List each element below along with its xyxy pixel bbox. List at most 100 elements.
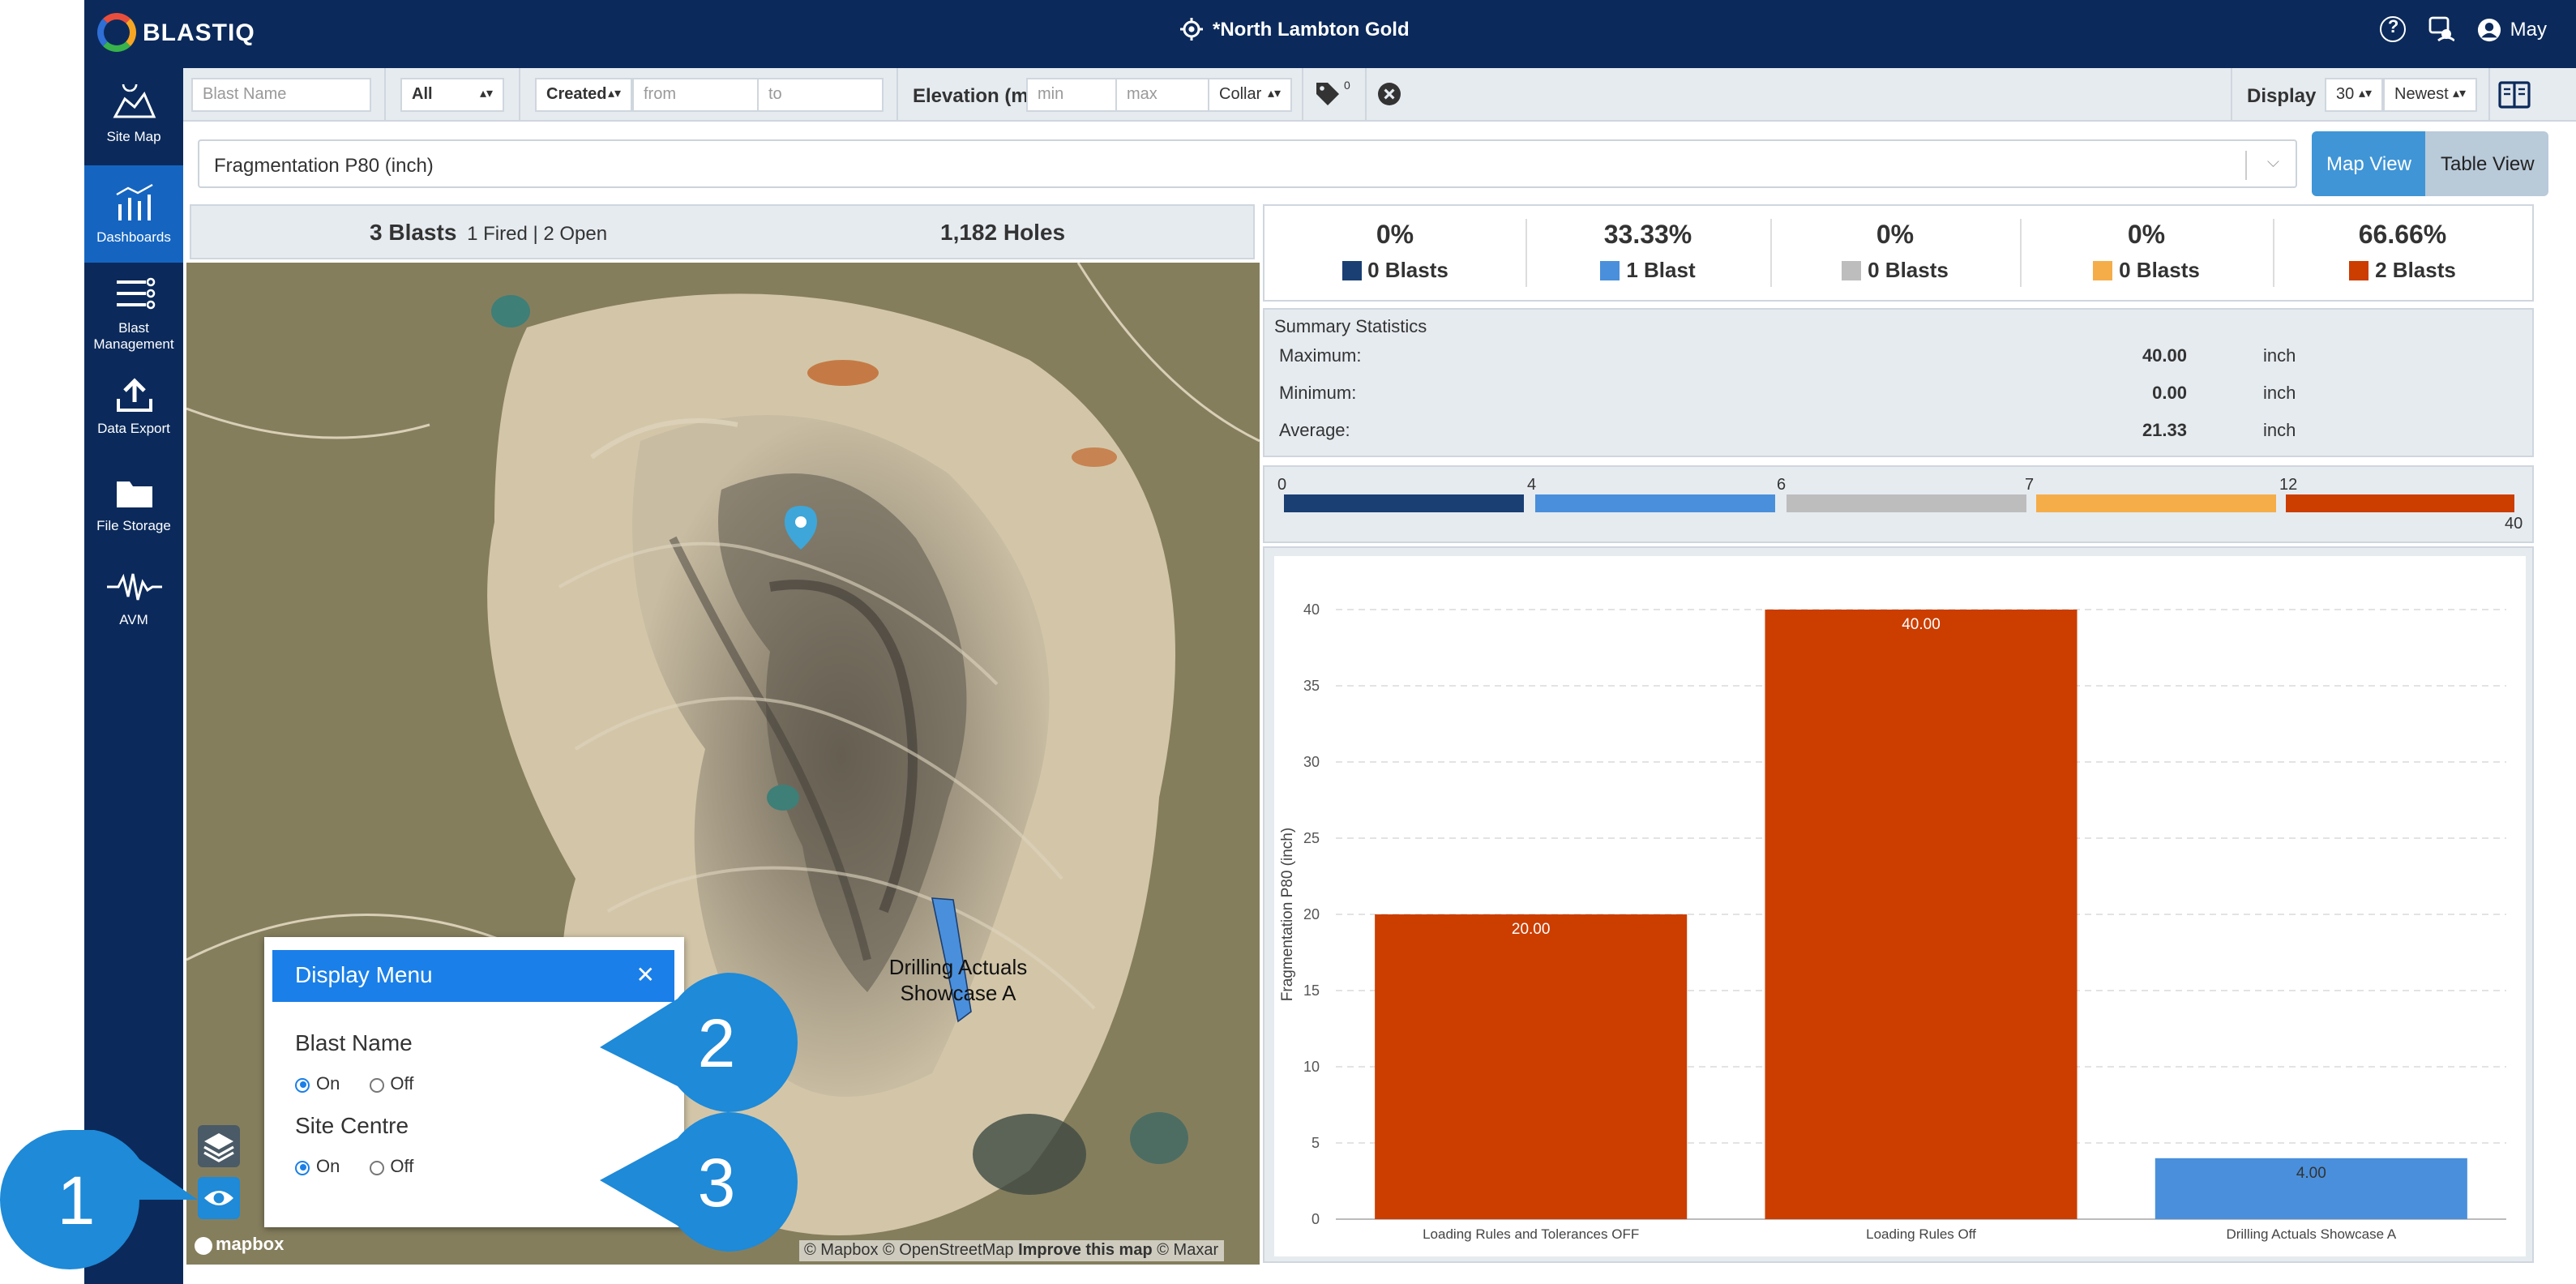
table-view-button[interactable]: Table View — [2425, 131, 2549, 196]
help-icon[interactable]: ? — [2380, 16, 2407, 42]
sort-arrows-icon: ▴▾ — [607, 86, 621, 101]
measure-select-value: Fragmentation P80 (inch) — [214, 154, 434, 177]
elevation-max-input[interactable]: max — [1115, 78, 1209, 112]
crosshair-icon — [1180, 18, 1203, 41]
divider — [2245, 151, 2247, 180]
bar-chart: 0 5 10 15 20 25 30 35 40 Fragmentation P80 (inch)… — [1279, 601, 2506, 1242]
y-axis-label: Fragmentation P80 (inch) — [1279, 828, 1296, 1001]
range-tick-label: 0 — [1277, 477, 1287, 494]
radio-label-on: On — [316, 1158, 340, 1177]
range-tick-label: 7 — [2025, 477, 2035, 494]
blast-name-input[interactable]: Blast Name — [191, 78, 371, 112]
chart-bar[interactable] — [1375, 914, 1688, 1219]
stat-label: Average: — [1279, 422, 1350, 441]
legend-count: 2 Blasts — [2375, 258, 2456, 282]
range-tick-label: 12 — [2279, 477, 2298, 494]
sort-select[interactable]: Newest ▴▾ — [2383, 78, 2477, 112]
range-bar: 0 4 6 7 12 40 — [1263, 465, 2534, 543]
attribution-text[interactable]: © Mapbox © OpenStreetMap — [804, 1242, 1014, 1260]
site-centre-on-radio[interactable] — [295, 1160, 310, 1175]
blast-name-off-radio[interactable] — [369, 1077, 384, 1092]
radio-label-off: Off — [390, 1158, 414, 1177]
chart-bar[interactable] — [1765, 610, 2077, 1219]
status-select[interactable]: All ▴▾ — [400, 78, 504, 112]
map-view-button[interactable]: Map View — [2312, 131, 2426, 196]
stat-unit: inch — [2263, 384, 2296, 404]
callout-2-number: 2 — [698, 1005, 736, 1081]
data-export-icon — [116, 378, 152, 412]
site-selector[interactable]: *North Lambton Gold — [1180, 18, 1410, 41]
date-from-input[interactable]: from — [632, 78, 759, 112]
logo-text: BLASTIQ — [143, 19, 255, 46]
sort-value: Newest — [2394, 86, 2449, 104]
display-menu-button[interactable] — [198, 1177, 240, 1219]
sidebar-item-site-map[interactable]: Site Map — [84, 84, 183, 165]
range-segment[interactable] — [1535, 494, 1775, 512]
display-label: Display — [2247, 84, 2317, 107]
stat-unit: inch — [2263, 422, 2296, 441]
legend-swatch — [2093, 260, 2113, 280]
range-segment[interactable] — [2286, 494, 2514, 512]
display-count-select[interactable]: 30 ▴▾ — [2325, 78, 2383, 112]
sidebar-item-avm[interactable]: AVM — [84, 567, 183, 632]
user-avatar-icon — [2478, 17, 2501, 41]
blast-summary: 3 Blasts 1 Fired | 2 Open 1,182 Holes — [190, 204, 1255, 259]
waveform-icon — [106, 573, 161, 601]
legend-item[interactable]: 66.66% 2 Blasts — [2273, 206, 2532, 300]
logo-ring-icon — [97, 13, 136, 52]
blastiq-logo[interactable]: BLASTIQ — [97, 13, 255, 52]
x-tick-label: Loading Rules Off — [1866, 1226, 1976, 1242]
site-centre-off-radio[interactable] — [369, 1160, 384, 1175]
y-tick-label: 40 — [1303, 601, 1320, 618]
sidebar-item-data-export[interactable]: Data Export — [84, 376, 183, 441]
range-segment[interactable] — [1787, 494, 2026, 512]
range-tick-label: 4 — [1527, 477, 1537, 494]
y-tick-label: 30 — [1303, 754, 1320, 770]
blast-name-on-radio[interactable] — [295, 1077, 310, 1092]
sidebar-item-file-storage[interactable]: File Storage — [84, 473, 183, 538]
summary-statistics: Summary Statistics Maximum: 40.00 inch M… — [1263, 308, 2534, 457]
radio-label-off: Off — [390, 1075, 414, 1094]
legend-count: 0 Blasts — [2119, 258, 2200, 282]
legend-item[interactable]: 0% 0 Blasts — [2020, 206, 2273, 300]
measure-select[interactable]: Fragmentation P80 (inch) ⌵ — [198, 139, 2297, 188]
legend-item[interactable]: 33.33% 1 Blast — [1525, 206, 1770, 300]
top-bar: BLASTIQ *North Lambton Gold ? May — [84, 0, 2576, 68]
blast-name-section-title: Blast Name — [295, 1029, 413, 1055]
sidebar-item-label: Site Map — [106, 128, 161, 144]
layers-button[interactable] — [198, 1125, 240, 1167]
range-segment[interactable] — [1284, 494, 1524, 512]
tag-filter[interactable]: 0 — [1315, 81, 1350, 107]
guide-book-icon[interactable] — [2498, 81, 2531, 109]
site-map-icon — [112, 84, 156, 118]
date-field-value: Created — [546, 86, 607, 104]
attribution-text[interactable]: © Maxar — [1157, 1242, 1218, 1260]
support-icon[interactable] — [2429, 16, 2455, 42]
elevation-min-input[interactable]: min — [1026, 78, 1117, 112]
user-menu[interactable]: May — [2478, 17, 2547, 41]
clear-filters-icon[interactable] — [1378, 83, 1401, 105]
divider — [2231, 68, 2232, 122]
dashboards-icon — [115, 183, 152, 220]
legend-swatch — [2349, 260, 2369, 280]
site-name: *North Lambton Gold — [1213, 18, 1410, 41]
date-to-input[interactable]: to — [757, 78, 884, 112]
blast-map-label: Drilling Actuals Showcase A — [885, 955, 1031, 1007]
y-tick-label: 15 — [1303, 982, 1320, 999]
chevron-down-icon: ⌵ — [2266, 154, 2279, 172]
sidebar-item-label: AVM — [119, 611, 148, 627]
mapbox-logo[interactable]: mapbox — [195, 1235, 284, 1255]
divider — [896, 68, 898, 122]
stat-unit: inch — [2263, 347, 2296, 366]
legend-item[interactable]: 0% 0 Blasts — [1264, 206, 1525, 300]
elevation-reference-select[interactable]: Collar ▴▾ — [1208, 78, 1292, 112]
y-tick-label: 5 — [1312, 1135, 1320, 1151]
date-field-select[interactable]: Created ▴▾ — [535, 78, 632, 112]
sidebar-item-dashboards[interactable]: Dashboards — [84, 165, 183, 263]
improve-map-link[interactable]: Improve this map — [1018, 1242, 1153, 1260]
folder-icon — [116, 481, 152, 507]
legend-item[interactable]: 0% 0 Blasts — [1770, 206, 2020, 300]
sidebar-item-blast-management[interactable]: Blast Management — [84, 276, 183, 357]
range-segment[interactable] — [2036, 494, 2276, 512]
sidebar-item-label: File Storage — [96, 517, 171, 533]
